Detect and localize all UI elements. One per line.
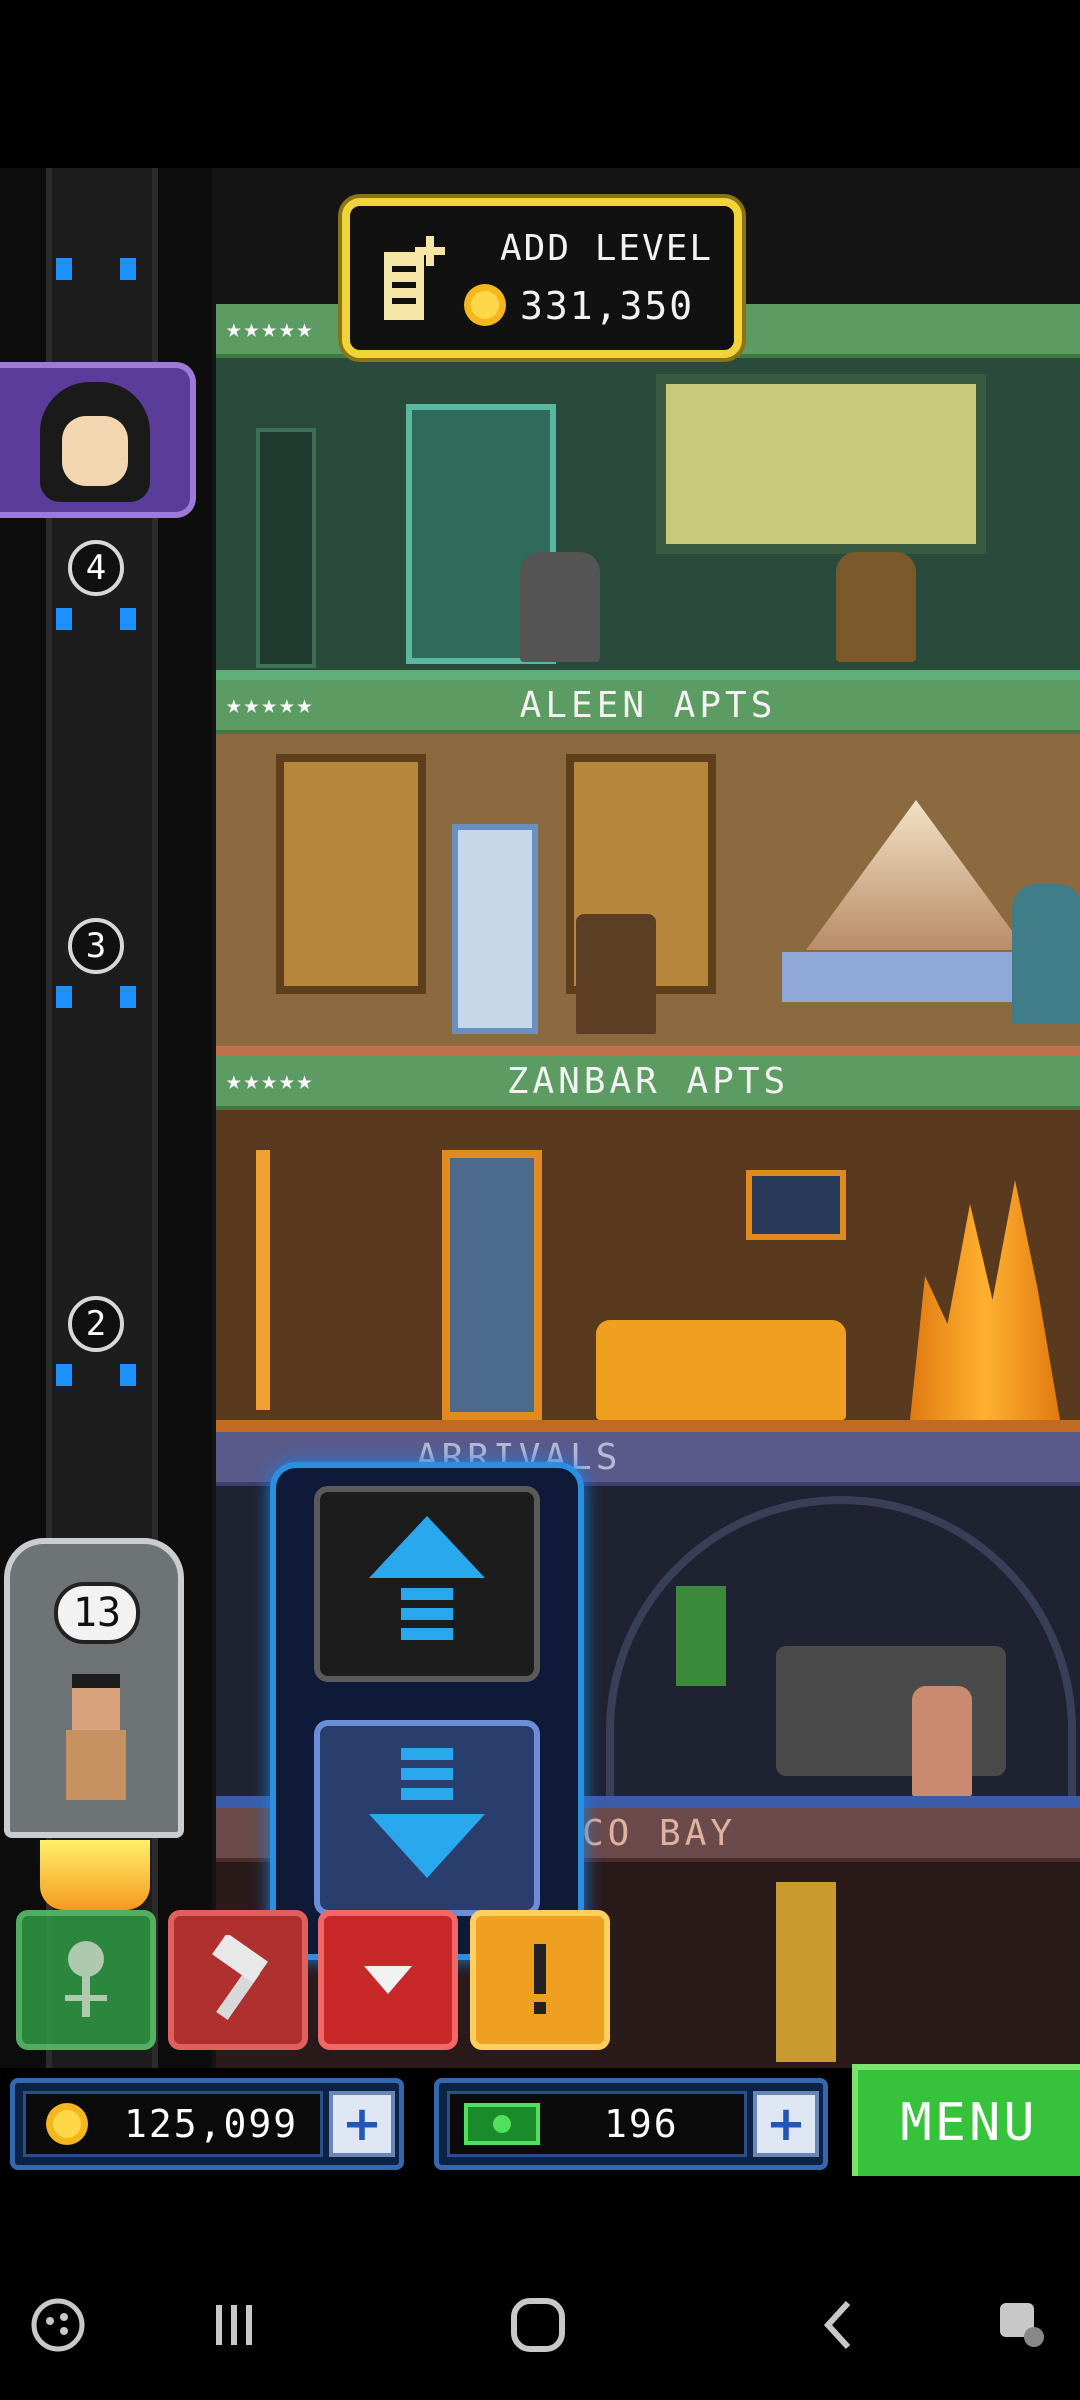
dropdown-button[interactable] bbox=[318, 1910, 458, 2050]
bux-display: 196 bbox=[447, 2091, 747, 2157]
door-decor bbox=[452, 824, 538, 1034]
table-decor bbox=[782, 952, 1032, 1002]
floor-name: CO BAY bbox=[582, 1812, 737, 1854]
floor-name: ALEEN APTS bbox=[519, 684, 777, 726]
crane-decor bbox=[776, 1882, 836, 2062]
floor-header: ★★★★★ ALEEN APTS bbox=[216, 680, 1080, 734]
bux-value: 196 bbox=[604, 2102, 679, 2146]
bux-icon bbox=[464, 2103, 540, 2145]
plus-icon: + bbox=[341, 2096, 383, 2152]
resident-alien[interactable] bbox=[1012, 884, 1080, 1024]
resident-traveler[interactable] bbox=[912, 1686, 972, 1796]
coins-panel: 125,099 + bbox=[10, 2078, 404, 2170]
elevator-floor-badge: 13 bbox=[54, 1582, 140, 1644]
window-decor bbox=[656, 374, 986, 554]
elevator-up-button[interactable] bbox=[314, 1486, 540, 1682]
elevator-car[interactable]: 13 bbox=[4, 1538, 184, 1838]
avatar bbox=[40, 382, 150, 502]
arrow-up-icon bbox=[369, 1516, 485, 1640]
floor-marker: 4 bbox=[68, 540, 124, 596]
game-launcher-icon[interactable] bbox=[18, 2285, 98, 2365]
shaft-light bbox=[56, 608, 136, 630]
coin-icon bbox=[464, 284, 506, 326]
elevator-passenger bbox=[62, 1674, 130, 1814]
floor-name: ZANBAR APTS bbox=[506, 1060, 790, 1102]
add-level-button[interactable]: ADD LEVEL 331,350 bbox=[342, 198, 742, 358]
resident-panda[interactable] bbox=[520, 552, 600, 662]
add-level-label: ADD LEVEL bbox=[500, 228, 714, 269]
menu-button[interactable]: MENU bbox=[852, 2064, 1080, 2176]
floor-header: ★★★★★ ZANBAR APTS bbox=[216, 1056, 1080, 1110]
coins-display: 125,099 bbox=[23, 2091, 323, 2157]
build-button[interactable] bbox=[168, 1910, 308, 2050]
coins-value: 125,099 bbox=[124, 2102, 299, 2146]
screen-tools-icon[interactable] bbox=[982, 2285, 1062, 2365]
shaft-light bbox=[56, 258, 136, 280]
doorway-decor bbox=[442, 1150, 542, 1420]
room-interior bbox=[216, 358, 1080, 680]
couch-decor bbox=[596, 1320, 846, 1420]
plus-icon: + bbox=[765, 2096, 807, 2152]
bux-panel: 196 + bbox=[434, 2078, 828, 2170]
plant-icon bbox=[65, 1941, 107, 2017]
recent-apps-icon[interactable] bbox=[194, 2285, 274, 2365]
hammer-icon bbox=[212, 1935, 268, 2020]
floor-zanbar-apts[interactable]: ★★★★★ ZANBAR APTS bbox=[216, 1056, 1080, 1432]
alert-button[interactable] bbox=[470, 1910, 610, 2050]
arrow-down-icon bbox=[369, 1748, 485, 1878]
shaft-light bbox=[56, 1364, 136, 1386]
wall-panel-decor bbox=[276, 754, 426, 994]
room-interior bbox=[216, 734, 1080, 1056]
green-action-button[interactable] bbox=[16, 1910, 156, 2050]
sculpture-decor bbox=[910, 1180, 1060, 1420]
floor-apts-top[interactable]: ★★★★★ PTS bbox=[216, 304, 1080, 680]
add-level-cost: 331,350 bbox=[520, 284, 695, 328]
picture-frame-decor bbox=[746, 1170, 846, 1240]
lamp-post-decor bbox=[256, 1150, 270, 1410]
room-interior bbox=[216, 1110, 1080, 1432]
buy-coins-button[interactable]: + bbox=[329, 2091, 395, 2157]
chevron-down-icon bbox=[364, 1966, 412, 1994]
elevator-down-button[interactable] bbox=[314, 1720, 540, 1916]
elevator-thruster bbox=[40, 1840, 150, 1910]
resident-ewok[interactable] bbox=[836, 552, 916, 662]
resident-cowboy[interactable] bbox=[576, 914, 656, 1034]
coin-icon bbox=[46, 2103, 88, 2145]
bookshelf-decor bbox=[256, 428, 316, 668]
floor-marker: 3 bbox=[68, 918, 124, 974]
tower-view[interactable]: 4 3 2 13 ★★★★★ PTS bbox=[0, 168, 1080, 2068]
back-icon[interactable] bbox=[798, 2285, 878, 2365]
elevator-control-panel bbox=[270, 1462, 584, 1960]
plant-decor bbox=[676, 1586, 726, 1686]
resident-avatar-card[interactable] bbox=[0, 362, 196, 518]
lamp-shade-decor bbox=[806, 800, 1026, 950]
rating-stars: ★★★★★ bbox=[226, 314, 315, 344]
shaft-light bbox=[56, 986, 136, 1008]
add-floor-icon bbox=[384, 236, 445, 320]
home-icon[interactable] bbox=[498, 2285, 578, 2365]
floor-marker: 2 bbox=[68, 1296, 124, 1352]
buy-bux-button[interactable]: + bbox=[753, 2091, 819, 2157]
alert-icon bbox=[534, 1944, 546, 2014]
floor-aleen-apts[interactable]: ★★★★★ ALEEN APTS bbox=[216, 680, 1080, 1056]
